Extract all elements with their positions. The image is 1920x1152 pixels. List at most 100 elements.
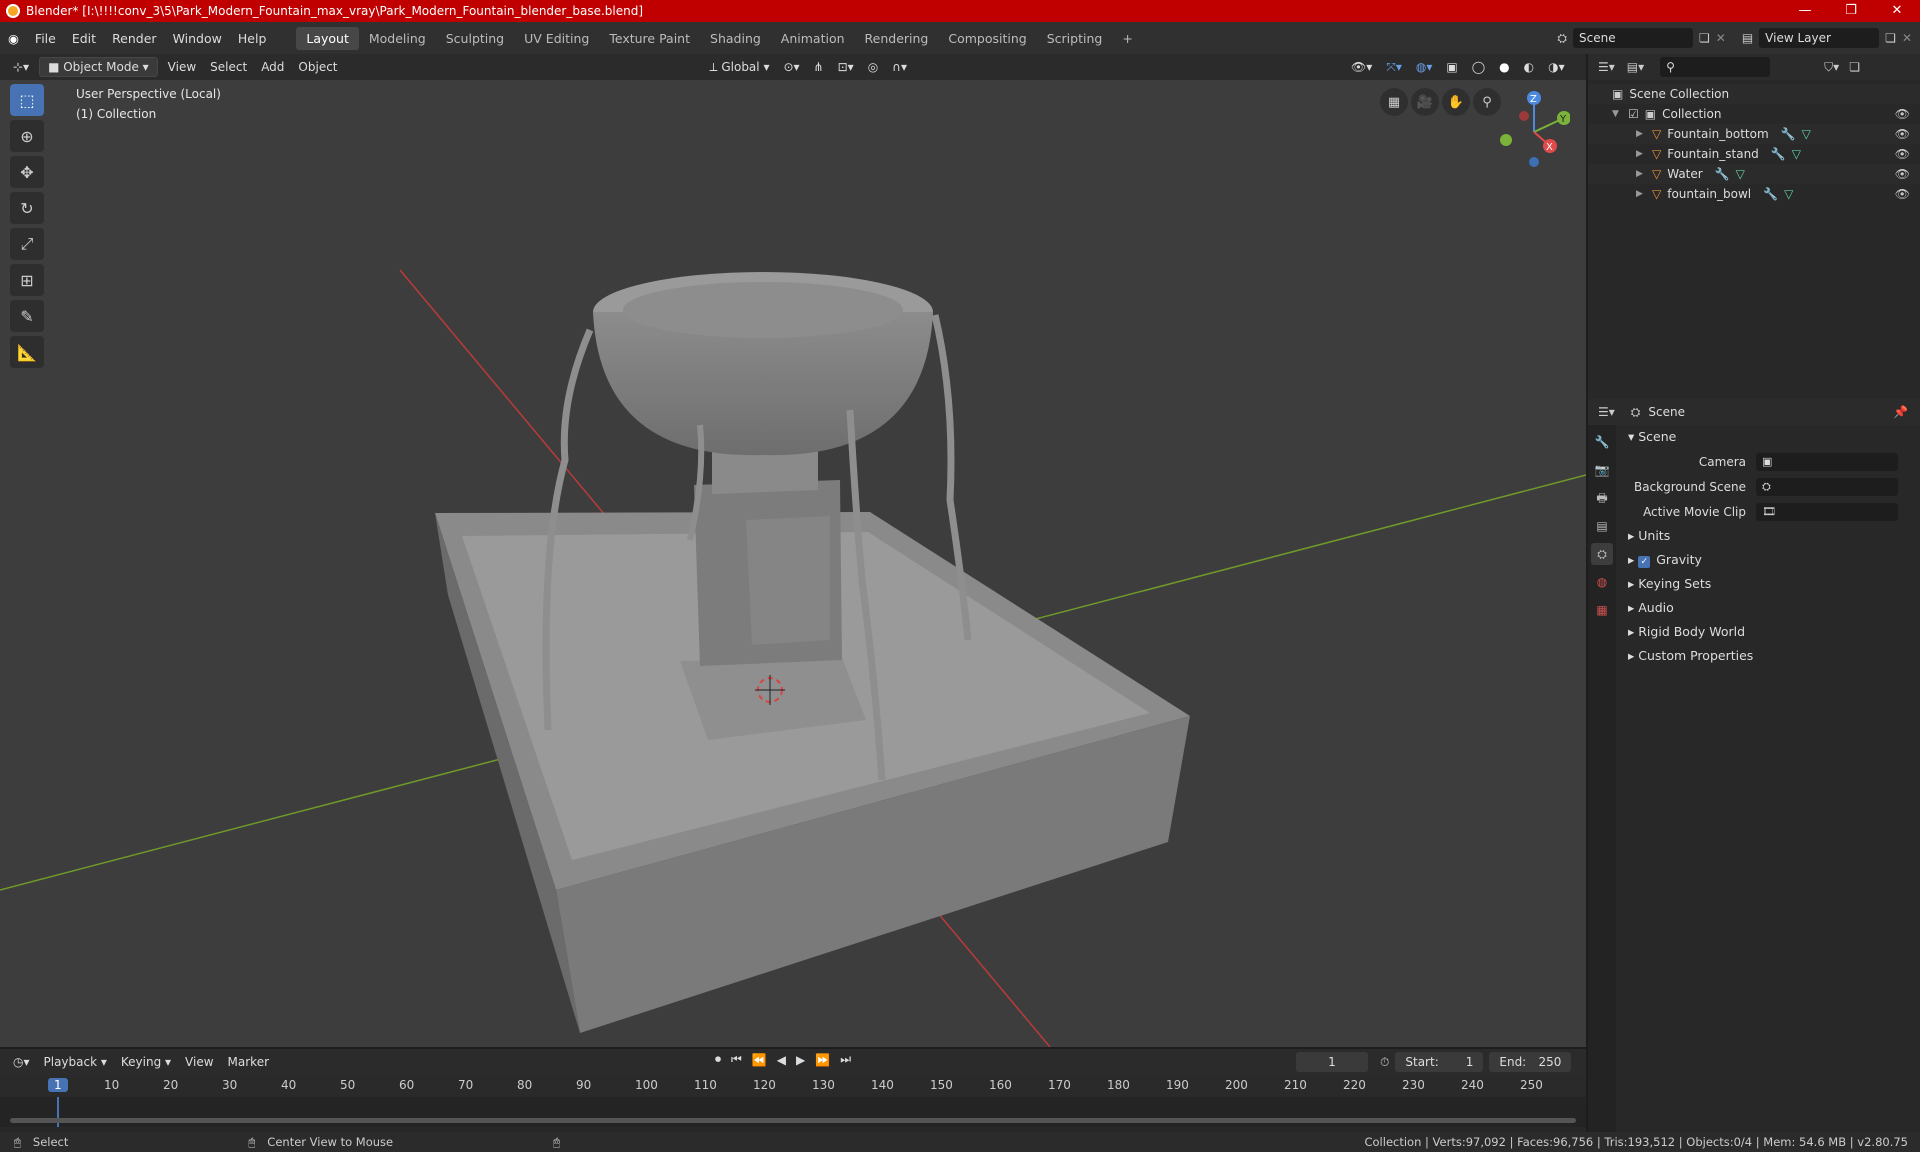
current-frame-marker[interactable]: 1	[48, 1078, 68, 1092]
tab-sculpting[interactable]: Sculpting	[436, 27, 514, 50]
object-mode-dropdown[interactable]: ■ Object Mode ▾	[39, 57, 158, 77]
gravity-panel[interactable]: ▸ ✓ Gravity	[1622, 548, 1920, 572]
keying-menu[interactable]: Keying ▾	[114, 1055, 178, 1069]
end-frame-field[interactable]: End: 250	[1489, 1052, 1572, 1072]
new-scene-icon[interactable]: ❏	[1699, 31, 1710, 45]
outliner-search-input[interactable]: ⚲	[1660, 57, 1771, 77]
expand-arrow-icon[interactable]: ▶	[1636, 164, 1646, 184]
checkbox-icon[interactable]: ☑	[1628, 104, 1639, 124]
tree-collection[interactable]: ▼ ☑ ▣ Collection 👁	[1588, 104, 1920, 124]
tab-shading[interactable]: Shading	[700, 27, 771, 50]
tree-object-fountain-bottom[interactable]: ▶ ▽ Fountain_bottom 🔧 ▽ 👁	[1588, 124, 1920, 144]
xray-icon[interactable]: ▣	[1439, 60, 1464, 74]
scene-field[interactable]: Scene	[1573, 28, 1693, 48]
tree-scene-collection[interactable]: ▣ Scene Collection	[1588, 84, 1920, 104]
pan-hand-icon[interactable]: ✋	[1442, 88, 1470, 116]
jump-end-icon[interactable]: ⏭	[835, 1052, 856, 1067]
tab-layout[interactable]: Layout	[296, 26, 359, 50]
expand-arrow-icon[interactable]: ▼	[1612, 104, 1622, 124]
scene-panel-header[interactable]: ▾ Scene	[1622, 425, 1920, 449]
snap-icon[interactable]: ⋔	[807, 60, 831, 74]
add-menu[interactable]: Add	[254, 60, 291, 74]
record-icon[interactable]: ⏺	[710, 1052, 726, 1067]
editor-type-icon[interactable]: ⊹▾	[6, 60, 36, 74]
eye-icon[interactable]: 👁	[1895, 164, 1910, 184]
display-mode-icon[interactable]: ▤▾	[1627, 60, 1644, 74]
view-layer-tab-icon[interactable]: ▤	[1591, 515, 1613, 537]
gizmo-toggle-icon[interactable]: ⤧▾	[1379, 60, 1409, 75]
delete-view-layer-icon[interactable]: ✕	[1902, 31, 1912, 45]
filter-icon[interactable]: ⛉▾	[1824, 60, 1839, 75]
units-panel[interactable]: ▸ Units	[1622, 524, 1920, 548]
gravity-checkbox[interactable]: ✓	[1638, 556, 1651, 568]
tab-texture-paint[interactable]: Texture Paint	[599, 27, 700, 50]
new-collection-icon[interactable]: ❏	[1849, 60, 1860, 74]
tab-scripting[interactable]: Scripting	[1037, 27, 1113, 50]
expand-arrow-icon[interactable]: ▶	[1636, 144, 1646, 164]
move-tool-icon[interactable]: ✥	[10, 156, 44, 188]
proportional-edit-icon[interactable]: ◎	[861, 60, 885, 74]
keyframe-track[interactable]	[0, 1097, 1586, 1127]
tab-compositing[interactable]: Compositing	[938, 27, 1036, 50]
outliner-editor-icon[interactable]: ☰▾	[1598, 60, 1615, 74]
custom-properties-panel[interactable]: ▸ Custom Properties	[1622, 644, 1920, 668]
camera-field[interactable]: ▣	[1756, 452, 1898, 471]
eye-icon[interactable]: 👁	[1895, 184, 1910, 204]
audio-panel[interactable]: ▸ Audio	[1622, 596, 1920, 620]
add-workspace-button[interactable]: +	[1112, 27, 1142, 50]
pin-icon[interactable]: 📌	[1893, 405, 1908, 419]
play-reverse-icon[interactable]: ◀	[772, 1053, 791, 1067]
wireframe-shading-icon[interactable]: ◯	[1465, 60, 1492, 74]
expand-arrow-icon[interactable]: ▶	[1636, 184, 1646, 204]
solid-shading-icon[interactable]: ●	[1492, 60, 1516, 74]
world-tab-icon[interactable]: ◍	[1591, 571, 1613, 593]
transform-tool-icon[interactable]: ⊞	[10, 264, 44, 296]
select-menu[interactable]: Select	[203, 60, 254, 74]
tab-animation[interactable]: Animation	[771, 27, 855, 50]
minimize-button[interactable]: —	[1782, 0, 1828, 22]
frame-ruler[interactable]: 1 10 20 30 40 50 60 70 80 90 100 110 120 130 140 150 16…	[0, 1075, 1586, 1097]
jump-start-icon[interactable]: ⏮	[726, 1052, 747, 1067]
snap-target-icon[interactable]: ⊡▾	[831, 60, 861, 74]
pivot-icon[interactable]: ⊙▾	[776, 60, 806, 74]
tab-rendering[interactable]: Rendering	[855, 27, 939, 50]
rotate-tool-icon[interactable]: ↻	[10, 192, 44, 224]
timeline-editor-icon[interactable]: ◷▾	[6, 1055, 37, 1069]
new-view-layer-icon[interactable]: ❏	[1885, 31, 1896, 45]
scene-tab-icon[interactable]: ⛭	[1591, 543, 1613, 565]
current-frame-field[interactable]: 1	[1296, 1052, 1368, 1072]
overlay-toggle-icon[interactable]: ◍▾	[1409, 60, 1440, 74]
navigation-gizmo[interactable]: Z Y X	[1490, 88, 1570, 168]
start-frame-field[interactable]: Start: 1	[1395, 1052, 1484, 1072]
keying-sets-panel[interactable]: ▸ Keying Sets	[1622, 572, 1920, 596]
visibility-icon[interactable]: 👁▾	[1344, 60, 1379, 74]
select-box-icon[interactable]: ⬚	[10, 84, 44, 116]
tool-settings-tab-icon[interactable]: 🔧	[1591, 431, 1613, 453]
tree-object-fountain-stand[interactable]: ▶ ▽ Fountain_stand 🔧 ▽ 👁	[1588, 144, 1920, 164]
tree-object-fountain-bowl[interactable]: ▶ ▽ fountain_bowl 🔧 ▽ 👁	[1588, 184, 1920, 204]
blender-menu-icon[interactable]: ◉	[0, 31, 27, 46]
scale-tool-icon[interactable]: ⤢	[10, 228, 44, 260]
menu-edit[interactable]: Edit	[64, 31, 104, 46]
expand-arrow-icon[interactable]: ▶	[1636, 124, 1646, 144]
eye-icon[interactable]: 👁	[1895, 104, 1910, 124]
prev-keyframe-icon[interactable]: ⏪	[747, 1053, 772, 1067]
rigid-body-world-panel[interactable]: ▸ Rigid Body World	[1622, 620, 1920, 644]
cursor-tool-icon[interactable]: ⊕	[10, 120, 44, 152]
marker-menu[interactable]: Marker	[221, 1055, 276, 1069]
output-tab-icon[interactable]: 🖶	[1591, 487, 1613, 509]
properties-editor-icon[interactable]: ☰▾	[1598, 405, 1615, 419]
camera-view-icon[interactable]: 🎥	[1411, 88, 1439, 116]
3d-viewport[interactable]: User Perspective (Local) (1) Collection …	[0, 80, 1586, 1047]
render-tab-icon[interactable]: 📷	[1591, 459, 1613, 481]
texture-tab-icon[interactable]: ▦	[1591, 599, 1613, 621]
grid-view-icon[interactable]: ▦	[1380, 88, 1408, 116]
orientation-dropdown[interactable]: ⟂ Global ▾	[703, 60, 777, 75]
annotate-tool-icon[interactable]: ✎	[10, 300, 44, 332]
tree-object-water[interactable]: ▶ ▽ Water 🔧 ▽ 👁	[1588, 164, 1920, 184]
menu-render[interactable]: Render	[104, 31, 165, 46]
measure-tool-icon[interactable]: 📐	[10, 336, 44, 368]
menu-file[interactable]: File	[27, 31, 64, 46]
eye-icon[interactable]: 👁	[1895, 144, 1910, 164]
delete-scene-icon[interactable]: ✕	[1716, 31, 1726, 45]
